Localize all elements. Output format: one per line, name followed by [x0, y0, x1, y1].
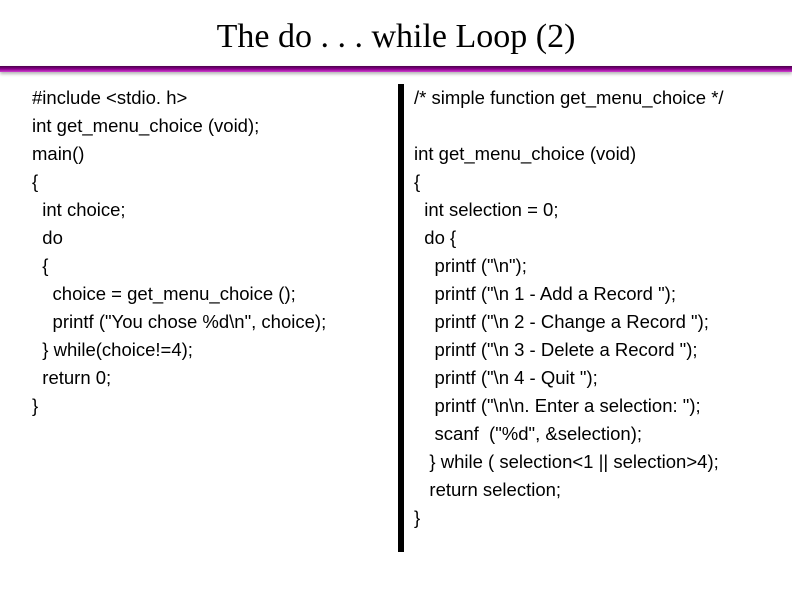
- slide-title: The do . . . while Loop (2): [0, 0, 792, 66]
- code-line: printf ("\n 2 - Change a Record ");: [414, 308, 764, 336]
- code-line: {: [32, 252, 392, 280]
- code-line: {: [32, 168, 392, 196]
- code-line: printf ("\n 4 - Quit ");: [414, 364, 764, 392]
- code-line: } while ( selection<1 || selection>4);: [414, 448, 764, 476]
- code-line: choice = get_menu_choice ();: [32, 280, 392, 308]
- code-line: scanf ("%d", &selection);: [414, 420, 764, 448]
- content-area: #include <stdio. h>int get_menu_choice (…: [0, 72, 792, 552]
- code-line: #include <stdio. h>: [32, 84, 392, 112]
- code-line: {: [414, 168, 764, 196]
- code-line: }: [414, 504, 764, 532]
- code-line: printf ("\n 1 - Add a Record ");: [414, 280, 764, 308]
- code-line: printf ("You chose %d\n", choice);: [32, 308, 392, 336]
- code-line: int choice;: [32, 196, 392, 224]
- vertical-separator: [398, 84, 404, 552]
- code-line: do {: [414, 224, 764, 252]
- code-line: [414, 112, 764, 140]
- code-line: }: [32, 392, 392, 420]
- code-line: printf ("\n\n. Enter a selection: ");: [414, 392, 764, 420]
- code-line: main(): [32, 140, 392, 168]
- code-line: } while(choice!=4);: [32, 336, 392, 364]
- code-line: return selection;: [414, 476, 764, 504]
- code-line: printf ("\n");: [414, 252, 764, 280]
- code-line: int selection = 0;: [414, 196, 764, 224]
- code-line: printf ("\n 3 - Delete a Record ");: [414, 336, 764, 364]
- code-line: int get_menu_choice (void);: [32, 112, 392, 140]
- left-code-column: #include <stdio. h>int get_menu_choice (…: [32, 84, 392, 552]
- code-line: return 0;: [32, 364, 392, 392]
- right-code-column: /* simple function get_menu_choice */ in…: [414, 84, 764, 552]
- code-line: int get_menu_choice (void): [414, 140, 764, 168]
- code-line: /* simple function get_menu_choice */: [414, 84, 764, 112]
- code-line: do: [32, 224, 392, 252]
